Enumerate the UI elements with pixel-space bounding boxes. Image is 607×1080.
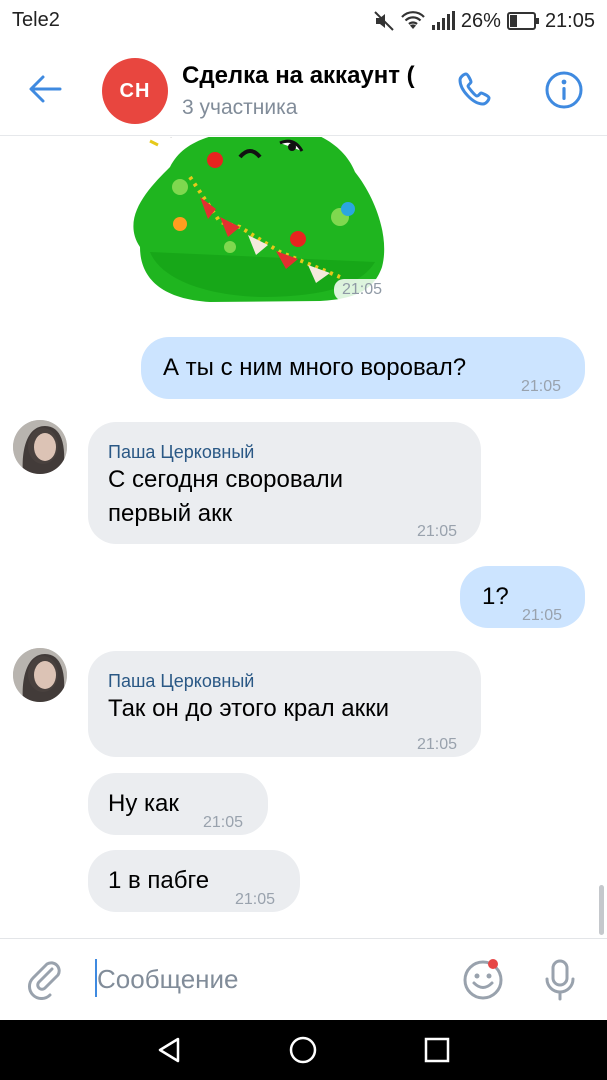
- nav-back-button[interactable]: [149, 1032, 189, 1068]
- circle-home-icon: [289, 1036, 317, 1064]
- message-input[interactable]: [97, 959, 437, 999]
- microphone-icon: [545, 959, 575, 1001]
- battery-percent: 26%: [460, 9, 501, 32]
- carrier-label: Tele2: [12, 9, 60, 31]
- message-text-line: первый акк: [108, 500, 233, 527]
- message-text: Ну как: [108, 790, 179, 817]
- message-bubble-outgoing[interactable]: А ты с ним много воровал? 21:05: [141, 337, 585, 399]
- chat-header: СН Сделка на аккаунт ( 3 участника: [0, 42, 607, 136]
- message-bubble-incoming[interactable]: 1 в пабге 21:05: [88, 850, 300, 912]
- message-text: 1?: [482, 583, 509, 610]
- phone-icon: [458, 72, 491, 106]
- paperclip-icon: [28, 961, 61, 1000]
- message-bubble-incoming[interactable]: Паша Церковный Так он до этого крал акки…: [88, 651, 481, 757]
- signal-icon: [431, 11, 455, 31]
- message-time: 21:05: [521, 378, 562, 395]
- battery-icon: [506, 12, 539, 30]
- message-list[interactable]: 21:05 А ты с ним много воровал? 21:05 Па…: [0, 137, 607, 937]
- nav-recents-button[interactable]: [417, 1032, 457, 1068]
- arrow-left-icon: [29, 75, 62, 103]
- chat-title[interactable]: Сделка на аккаунт (: [182, 62, 434, 90]
- triangle-back-icon: [158, 1037, 180, 1063]
- message-text: Так он до этого крал акки: [108, 695, 390, 722]
- message-text-line: С сегодня своровали: [108, 466, 344, 493]
- info-button[interactable]: [538, 64, 590, 116]
- scrollbar[interactable]: [599, 885, 604, 935]
- notification-dot: [488, 959, 498, 969]
- avatar[interactable]: [13, 420, 67, 474]
- smile-icon: [463, 960, 503, 1000]
- message-time: 21:05: [417, 523, 458, 540]
- message-composer: [0, 938, 607, 1020]
- voice-message-button[interactable]: [536, 955, 584, 1005]
- attach-button[interactable]: [24, 957, 70, 1003]
- message-time: 21:05: [203, 814, 244, 831]
- system-navigation-bar: [0, 1020, 607, 1080]
- message-text: 1 в пабге: [108, 867, 210, 894]
- status-icons: 26% 21:05: [373, 7, 595, 35]
- message-time: 21:05: [235, 891, 276, 908]
- emoji-button[interactable]: [458, 955, 508, 1005]
- message-time: 21:05: [522, 607, 563, 624]
- wifi-icon: [401, 11, 425, 31]
- square-recents-icon: [424, 1037, 450, 1063]
- message-bubble-incoming[interactable]: Паша Церковный С сегодня своровали первы…: [88, 422, 481, 544]
- message-text: А ты с ним много воровал?: [163, 354, 467, 381]
- chat-subtitle: 3 участника: [182, 96, 298, 119]
- avatar[interactable]: [13, 648, 67, 702]
- message-bubble-outgoing[interactable]: 1? 21:05: [460, 566, 585, 628]
- sticker-time: 21:05: [334, 279, 391, 301]
- clock: 21:05: [544, 9, 595, 32]
- message-bubble-incoming[interactable]: Ну как 21:05: [88, 773, 268, 835]
- mute-icon: [373, 10, 395, 32]
- back-button[interactable]: [22, 66, 68, 112]
- call-button[interactable]: [450, 64, 502, 116]
- message-time: 21:05: [417, 736, 458, 753]
- status-bar: Tele2 26% 21:05: [0, 0, 607, 42]
- info-icon: [545, 71, 583, 109]
- nav-home-button[interactable]: [283, 1032, 323, 1068]
- chat-avatar[interactable]: СН: [102, 58, 168, 124]
